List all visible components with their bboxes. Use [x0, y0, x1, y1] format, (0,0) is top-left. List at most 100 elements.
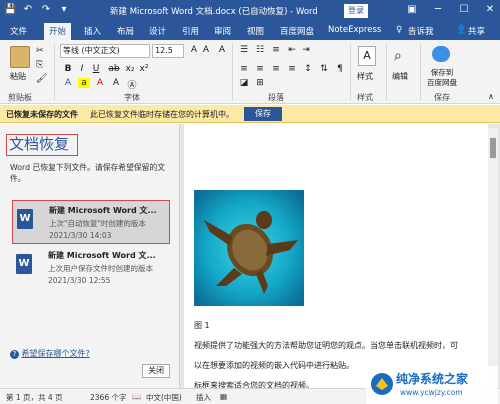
help-link[interactable]: ? 希望保存哪个文件? [10, 348, 90, 359]
document-page[interactable]: 图 1 视频提供了功能强大的方法帮助您证明您的观点。当您单击联机视频时，可 以在… [184, 124, 488, 390]
tab-baidu[interactable]: 百度网盘 [280, 25, 314, 37]
tab-review[interactable]: 审阅 [214, 25, 231, 37]
paste-icon[interactable] [10, 46, 30, 68]
char-shading-icon[interactable]: A [110, 78, 122, 88]
recovery-description: Word 已恢复下列文件。请保存希望保留的文件。 [10, 163, 166, 183]
tell-me-input[interactable]: 告诉我 [408, 25, 434, 37]
insert-mode[interactable]: 插入 [196, 392, 211, 403]
font-size-select[interactable]: 12.5 [152, 44, 184, 58]
close-icon[interactable]: ✕ [482, 2, 498, 18]
paste-button[interactable]: 粘贴 [10, 71, 26, 82]
scrollbar-thumb[interactable] [490, 138, 496, 158]
sort-icon[interactable]: ⇅ [318, 64, 330, 74]
file-status: 上次用户保存文件时创建的版本 [48, 264, 153, 273]
body-text-line: 以在想要添加的视频的嵌入代码中进行粘贴。 [194, 361, 354, 370]
file-name: 新建 Microsoft Word 文... [49, 206, 157, 215]
title-bar: 💾 ↶ ↷ ▾ 新建 Microsoft Word 文档.docx (已自动恢复… [0, 0, 500, 22]
customize-qat-icon[interactable]: ▾ [58, 4, 70, 16]
align-right-icon[interactable]: ≡ [270, 64, 282, 74]
page-count[interactable]: 第 1 页，共 4 页 [6, 392, 63, 403]
italic-icon[interactable]: I [76, 64, 88, 74]
recovery-close-button[interactable]: 关闭 [142, 364, 170, 378]
maximize-icon[interactable]: ☐ [456, 2, 472, 18]
undo-icon[interactable]: ↶ [22, 4, 34, 16]
recovery-file-item[interactable]: W 新建 Microsoft Word 文... 上次用户保存文件时创建的版本 … [12, 246, 170, 290]
file-name: 新建 Microsoft Word 文... [48, 251, 156, 260]
share-button[interactable]: 共享 [468, 25, 485, 37]
numbering-icon[interactable]: ☷ [254, 45, 266, 55]
watermark: 纯净系统之家 www.ycwjzy.com [366, 366, 498, 404]
font-color-icon[interactable]: A [94, 78, 106, 88]
line-spacing-icon[interactable]: ↕ [302, 64, 314, 74]
search-icon[interactable]: ⌕ [394, 48, 402, 64]
enclosed-char-icon[interactable]: Ⓐ [126, 78, 138, 91]
message-save-button[interactable]: 保存 [244, 107, 282, 121]
tab-design[interactable]: 设计 [149, 25, 166, 37]
underline-icon[interactable]: U [90, 64, 102, 74]
proofing-icon[interactable]: 📖 [132, 392, 141, 401]
file-date: 2021/3/30 14:03 [49, 231, 112, 240]
cut-icon[interactable]: ✂ [36, 46, 44, 56]
minimize-icon[interactable]: ─ [430, 2, 446, 18]
help-icon: ? [10, 350, 19, 359]
macro-icon[interactable]: ▦ [220, 392, 227, 401]
language[interactable]: 中文(中国) [146, 392, 182, 403]
collapse-ribbon-icon[interactable]: ∧ [488, 92, 494, 101]
strikethrough-icon[interactable]: ab [108, 64, 120, 74]
document-area: 图 1 视频提供了功能强大的方法帮助您证明您的观点。当您单击联机视频时，可 以在… [180, 124, 500, 390]
styles-icon[interactable]: A [358, 46, 376, 66]
styles-button[interactable]: 样式 [357, 71, 373, 82]
document-recovery-pane: 文档恢复 Word 已恢复下列文件。请保存希望保留的文件。 W 新建 Micro… [0, 124, 180, 388]
justify-icon[interactable]: ≡ [286, 64, 298, 74]
lightbulb-icon: ♀ [396, 25, 403, 35]
tab-view[interactable]: 视图 [247, 25, 264, 37]
copy-icon[interactable]: ⎘ [36, 60, 43, 70]
file-date: 2021/3/30 12:55 [48, 276, 111, 285]
show-marks-icon[interactable]: ¶ [334, 64, 346, 74]
message-bar: 已恢复未保存的文件 此已恢复文件临时存储在您的计算机中。 保存 [0, 105, 500, 123]
tab-noteexpress[interactable]: NoteExpress [328, 25, 381, 35]
word-count[interactable]: 2366 个字 [90, 392, 126, 403]
tab-insert[interactable]: 插入 [84, 25, 101, 37]
align-left-icon[interactable]: ≡ [238, 64, 250, 74]
decrease-indent-icon[interactable]: ⇤ [286, 45, 298, 55]
ribbon-options-icon[interactable]: ▣ [404, 2, 420, 18]
bold-icon[interactable]: B [62, 64, 74, 74]
baidu-cloud-icon[interactable] [432, 46, 450, 62]
ribbon-tabs: 文件 开始 插入 布局 设计 引用 审阅 视图 百度网盘 NoteExpress… [0, 22, 500, 40]
font-name-select[interactable]: 等线 (中文正文) [60, 44, 150, 58]
borders-icon[interactable]: ⊞ [254, 78, 266, 88]
tab-home[interactable]: 开始 [44, 23, 72, 40]
message-bar-text: 此已恢复文件临时存储在您的计算机中。 [90, 110, 234, 119]
save-to-baidu-button[interactable]: 保存到 百度网盘 [422, 68, 462, 88]
multilevel-list-icon[interactable]: ≡ [270, 45, 282, 55]
format-painter-icon[interactable]: 🖌 [36, 74, 47, 84]
turtle-image[interactable] [194, 190, 304, 306]
recovery-title: 文档恢复 [6, 134, 78, 156]
recovery-file-item[interactable]: W 新建 Microsoft Word 文... 上次"自动恢复"时创建的版本 … [12, 200, 170, 244]
figure-caption: 图 1 [194, 321, 210, 330]
shading-icon[interactable]: ◪ [238, 78, 250, 88]
tab-layout[interactable]: 布局 [117, 25, 134, 37]
increase-indent-icon[interactable]: ⇥ [300, 45, 312, 55]
shrink-font-icon[interactable]: A [200, 45, 212, 55]
login-button[interactable]: 登录 [344, 4, 368, 18]
tab-references[interactable]: 引用 [182, 25, 199, 37]
watermark-title: 纯净系统之家 [396, 372, 469, 386]
grow-font-icon[interactable]: A [188, 45, 200, 55]
editing-button[interactable]: 编辑 [392, 71, 408, 82]
tab-file[interactable]: 文件 [10, 25, 27, 37]
superscript-icon[interactable]: x² [138, 64, 150, 74]
highlight-icon[interactable]: a [78, 78, 90, 88]
vertical-scrollbar[interactable] [488, 128, 498, 384]
align-center-icon[interactable]: ≡ [254, 64, 266, 74]
watermark-url: www.ycwjzy.com [400, 388, 463, 397]
group-clipboard-label: 剪贴板 [8, 93, 32, 102]
bullets-icon[interactable]: ☰ [238, 45, 250, 55]
text-effects-icon[interactable]: A [62, 78, 74, 88]
subscript-icon[interactable]: x₂ [124, 64, 136, 74]
save-icon[interactable]: 💾 [4, 4, 16, 16]
clear-format-icon[interactable]: A [216, 45, 228, 55]
redo-icon[interactable]: ↷ [40, 4, 52, 16]
quick-access-toolbar: 💾 ↶ ↷ ▾ [4, 4, 70, 16]
